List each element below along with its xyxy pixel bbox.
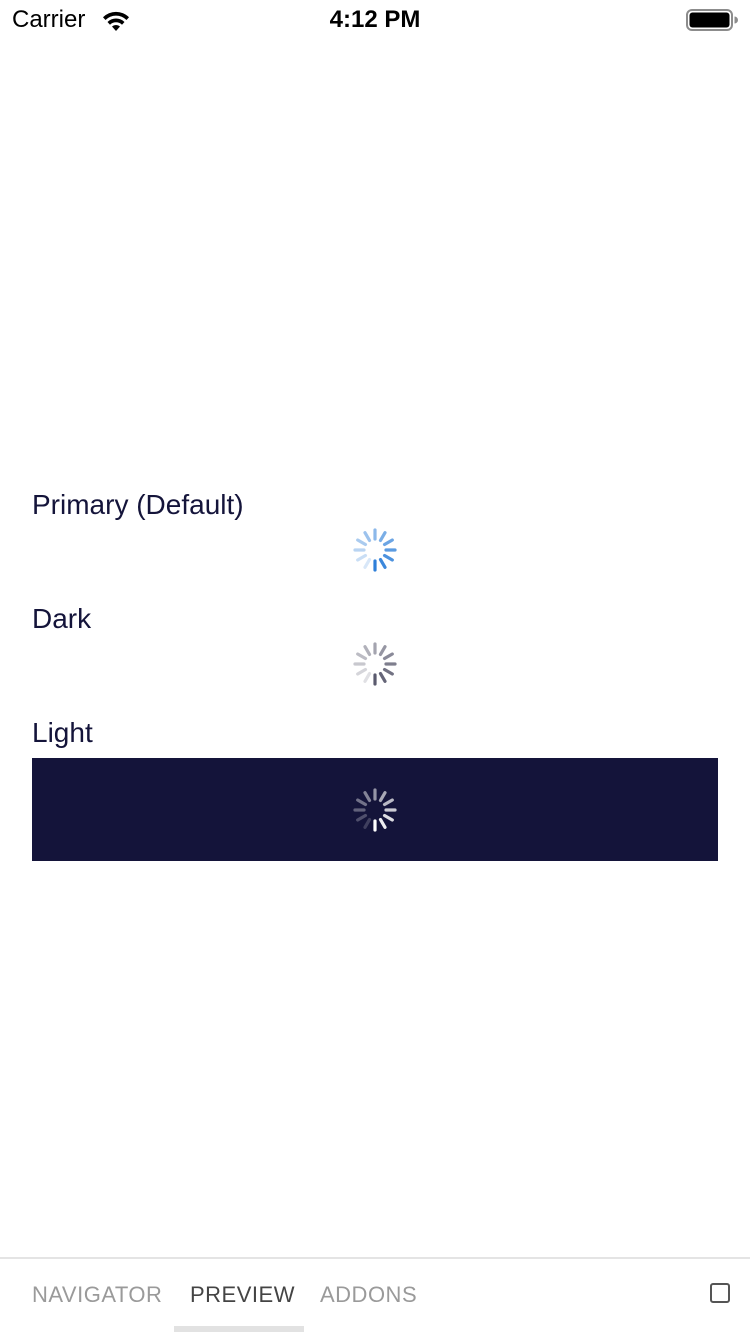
spinner-tick	[378, 671, 387, 683]
spinner-tick	[363, 791, 372, 803]
spinner-tick	[363, 531, 372, 543]
spinner-tick	[356, 553, 368, 562]
screen: Carrier 4:12 PM Primary (Default) Dark L…	[0, 0, 750, 1334]
tab-preview[interactable]: PREVIEW	[190, 1281, 295, 1309]
spinner-tick	[363, 557, 372, 569]
bottom-tab-bar: NAVIGATOR PREVIEW ADDONS	[0, 1257, 750, 1334]
primary-spinner-icon	[353, 528, 397, 572]
status-bar: Carrier 4:12 PM	[0, 0, 750, 40]
spinner-tick	[363, 817, 372, 829]
spinner-tick	[356, 667, 368, 676]
primary-label: Primary (Default)	[32, 489, 244, 520]
spinner-tick	[382, 538, 394, 547]
light-label: Light	[32, 717, 93, 748]
spinner-tick	[378, 531, 387, 543]
tab-navigator[interactable]: NAVIGATOR	[32, 1281, 162, 1309]
light-spinner-icon	[353, 788, 397, 832]
spinner-tick	[356, 813, 368, 822]
clock: 4:12 PM	[329, 6, 421, 33]
spinner-tick	[356, 798, 368, 807]
spinner-tick	[363, 645, 372, 657]
spinner-tick	[378, 817, 387, 829]
light-spinner-panel	[32, 758, 718, 861]
spinner-tick	[378, 791, 387, 803]
spinner-tick	[356, 652, 368, 661]
spinner-tick	[382, 652, 394, 661]
spinner-tick	[382, 798, 394, 807]
spinner-tick	[382, 667, 394, 676]
spinner-tick	[378, 645, 387, 657]
spinner-tick	[378, 557, 387, 569]
battery-icon	[686, 9, 738, 31]
spinner-tick	[382, 813, 394, 822]
spinner-tick	[363, 671, 372, 683]
spinner-tick	[356, 538, 368, 547]
dark-spinner-icon	[353, 642, 397, 686]
active-tab-indicator	[174, 1326, 304, 1332]
tab-addons[interactable]: ADDONS	[320, 1281, 417, 1309]
checkbox-icon[interactable]	[710, 1283, 730, 1303]
spinner-tick	[382, 553, 394, 562]
dark-label: Dark	[32, 603, 92, 634]
